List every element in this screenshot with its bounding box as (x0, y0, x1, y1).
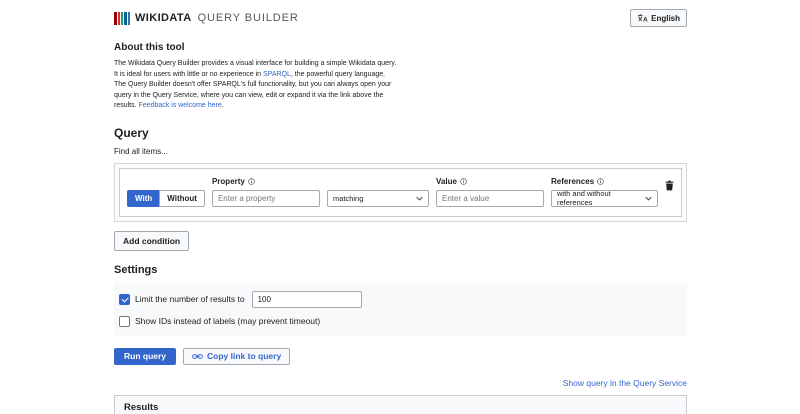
settings-heading: Settings (114, 263, 158, 276)
references-label-text: References (551, 176, 595, 186)
show-query-row: Show query in the Query Service (114, 378, 687, 388)
references-dropdown-value: with and without references (557, 189, 611, 208)
sparql-link[interactable]: SPARQL (263, 71, 291, 78)
add-condition-button[interactable]: Add condition (114, 230, 190, 251)
results-panel: Results Results will be displayed here (114, 394, 687, 414)
copy-link-button[interactable]: Copy link to query (183, 347, 291, 365)
show-query-link[interactable]: Show query in the Query Service (563, 378, 687, 388)
value-label: Value (436, 177, 544, 186)
language-icon: A (638, 14, 648, 24)
property-info-icon[interactable] (248, 178, 255, 185)
property-label: Property (212, 177, 320, 186)
limit-results-input[interactable] (251, 290, 362, 308)
chevron-down-icon (645, 196, 652, 201)
value-field: Value (436, 177, 544, 207)
wikidata-logo-bars-icon (114, 11, 130, 25)
feedback-link[interactable]: Feedback is welcome here (139, 102, 222, 109)
about-section: About this tool The Wikidata Query Build… (114, 42, 687, 112)
about-text: The Wikidata Query Builder provides a vi… (114, 59, 398, 112)
property-label-text: Property (211, 176, 245, 186)
show-ids-label: Show IDs instead of labels (may prevent … (135, 316, 321, 327)
wikidata-query-builder-logo: WIKIDATA QUERY BUILDER (114, 11, 299, 25)
show-ids-checkbox[interactable] (119, 315, 130, 327)
property-input[interactable] (211, 189, 320, 207)
language-selector-button[interactable]: A English (630, 9, 687, 27)
references-info-icon[interactable] (597, 178, 604, 185)
trash-icon (665, 180, 674, 191)
show-ids-row: Show IDs instead of labels (may prevent … (119, 315, 682, 327)
run-query-button[interactable]: Run query (114, 347, 177, 365)
logo-wikidata-text: WIKIDATA (135, 12, 192, 24)
query-subtitle: Find all items... (114, 146, 168, 156)
limit-results-checkbox[interactable] (119, 293, 130, 305)
toggle-with-button[interactable]: With (127, 189, 160, 207)
matching-dropdown[interactable]: matching (326, 189, 429, 207)
about-heading: About this tool (114, 42, 185, 53)
references-label: References (551, 177, 658, 186)
query-actions: Run query Copy link to query (114, 347, 687, 365)
logo-product-text: QUERY BUILDER (197, 12, 299, 24)
page: WIKIDATA QUERY BUILDER A English About t… (114, 0, 687, 414)
value-input[interactable] (436, 189, 544, 207)
about-text-part3: . (221, 102, 224, 110)
matching-dropdown-value: matching (332, 193, 364, 203)
link-icon (192, 354, 203, 359)
copy-link-label: Copy link to query (207, 351, 282, 362)
toggle-without-button[interactable]: Without (159, 189, 205, 207)
condition-group: With Without Property matching (114, 162, 687, 222)
svg-text:A: A (643, 17, 648, 24)
settings-panel: Limit the number of results to Show IDs … (114, 282, 687, 336)
header: WIKIDATA QUERY BUILDER A English (114, 0, 687, 27)
results-heading: Results (115, 395, 686, 414)
value-label-text: Value (436, 176, 457, 186)
limit-results-row: Limit the number of results to (119, 290, 682, 308)
delete-condition-button[interactable] (665, 179, 674, 194)
condition-row: With Without Property matching (119, 167, 682, 217)
query-heading: Query (114, 125, 149, 140)
value-info-icon[interactable] (460, 178, 467, 185)
with-without-toggle: With Without (127, 189, 205, 207)
limit-results-label: Limit the number of results to (135, 294, 245, 305)
chevron-down-icon (416, 196, 423, 201)
property-field: Property (211, 177, 320, 207)
references-dropdown[interactable]: with and without references (551, 189, 658, 208)
references-field: References with and without references (551, 177, 658, 207)
language-button-label: English (651, 13, 680, 23)
